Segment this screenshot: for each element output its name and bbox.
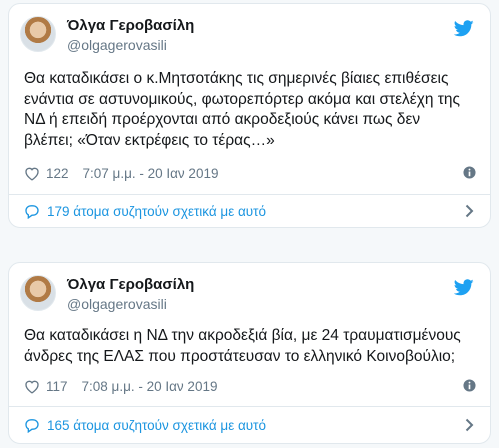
tweet-text: Θα καταδικάσει η ΝΔ την ακροδεξιά βία, μ… [24,326,476,367]
tweet-meta: 122 7:07 μ.μ. - 20 Ιαν 2019 [24,164,476,182]
tweet-timestamp[interactable]: 7:07 μ.μ. - 20 Ιαν 2019 [83,166,219,181]
author-handle[interactable]: @olgagerovasili [67,37,167,53]
chevron-right-icon[interactable] [465,204,474,218]
heart-icon[interactable] [24,379,40,394]
author-name[interactable]: Όλγα Γεροβασίλη [67,17,194,34]
tweet-text-line: άνδρες της ΕΛΑΣ που προστάτευσαν το ελλη… [24,347,456,365]
conversation-link[interactable]: 179 άτομα συζητούν σχετικά με αυτό [9,195,490,227]
like-count[interactable]: 122 [46,166,69,181]
tweet-meta: 117 7:08 μ.μ. - 20 Ιαν 2019 [24,377,476,395]
tweet-text-line: βλέπει; «Όταν εκτρέφεις το τέρας…» [24,131,275,149]
tweet-text-line: Θα καταδικάσει η ΝΔ την ακροδεξιά βία, μ… [24,327,461,344]
twitter-bird-icon[interactable] [454,279,474,296]
conversation-label[interactable]: 165 άτομα συζητούν σχετικά με αυτό [47,418,266,433]
conversation-link[interactable]: 165 άτομα συζητούν σχετικά με αυτό [9,407,490,443]
tweet-text-line: ενάντια σε αστυνομικούς, φωτορεπόρτερ ακ… [24,90,460,108]
tweet-timestamp[interactable]: 7:08 μ.μ. - 20 Ιαν 2019 [82,379,218,394]
tweet-header: Όλγα Γεροβασίλη @olgagerovasili [9,4,490,64]
twitter-bird-icon[interactable] [454,20,474,37]
info-icon[interactable] [463,379,476,392]
tweet-text-line: ΝΔ ή επειδή προέρχονται από ακροδεξιούς … [24,111,421,128]
conversation-label[interactable]: 179 άτομα συζητούν σχετικά με αυτό [47,204,266,219]
info-icon[interactable] [463,166,476,179]
tweet-text-line: Θα καταδικάσει ο κ.Μητσοτάκης τις σημερι… [24,70,449,87]
speech-bubble-icon [25,204,39,219]
avatar[interactable] [20,275,56,311]
chevron-right-icon[interactable] [465,418,474,432]
tweet-header: Όλγα Γεροβασίλη @olgagerovasili [9,263,490,323]
like-count[interactable]: 117 [46,379,68,394]
author-handle[interactable]: @olgagerovasili [67,296,167,312]
avatar[interactable] [20,16,56,52]
tweet-card[interactable]: Όλγα Γεροβασίλη @olgagerovasili Θα καταδ… [8,262,491,444]
heart-icon[interactable] [24,166,40,181]
tweet-text: Θα καταδικάσει ο κ.Μητσοτάκης τις σημερι… [24,69,476,151]
tweet-card[interactable]: Όλγα Γεροβασίλη @olgagerovasili Θα καταδ… [8,3,491,228]
author-name[interactable]: Όλγα Γεροβασίλη [67,276,194,293]
speech-bubble-icon [25,418,39,433]
